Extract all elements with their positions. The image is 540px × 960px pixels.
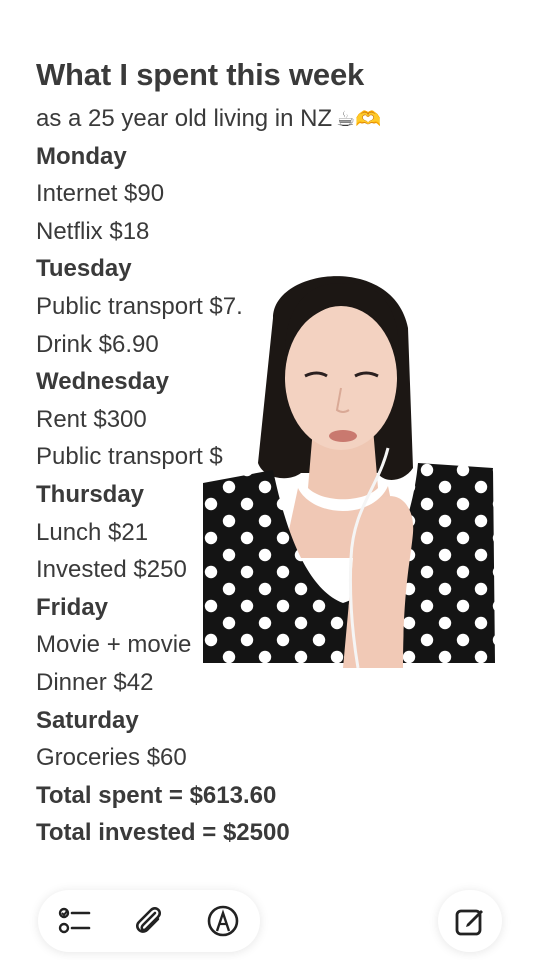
expense-line: Netflix $18 — [36, 217, 150, 245]
expense-line: Groceries $60 — [36, 744, 187, 772]
attachment-icon[interactable] — [127, 899, 171, 943]
day-heading: Total spent = $613.60 — [36, 781, 277, 809]
person-video-overlay — [203, 276, 495, 668]
checklist-icon[interactable] — [53, 899, 97, 943]
coffee-hands-emoji: ☕🫶 — [336, 108, 382, 131]
markup-icon[interactable] — [201, 899, 245, 943]
compose-icon — [455, 909, 483, 936]
note-subtitle: as a 25 year old living in NZ ☕🫶 — [36, 100, 516, 138]
expense-line: Dinner $42 — [36, 668, 154, 696]
compose-button[interactable] — [438, 890, 502, 952]
day-heading: Total invested = $2500 — [36, 819, 290, 847]
day-heading: Saturday — [36, 706, 139, 734]
expense-line: Internet $90 — [36, 180, 165, 208]
day-heading: Monday — [36, 142, 127, 170]
note-title: What I spent this week — [36, 57, 365, 92]
note-subtitle-text: as a 25 year old living in NZ — [36, 105, 333, 132]
bottom-toolbar — [38, 890, 260, 952]
